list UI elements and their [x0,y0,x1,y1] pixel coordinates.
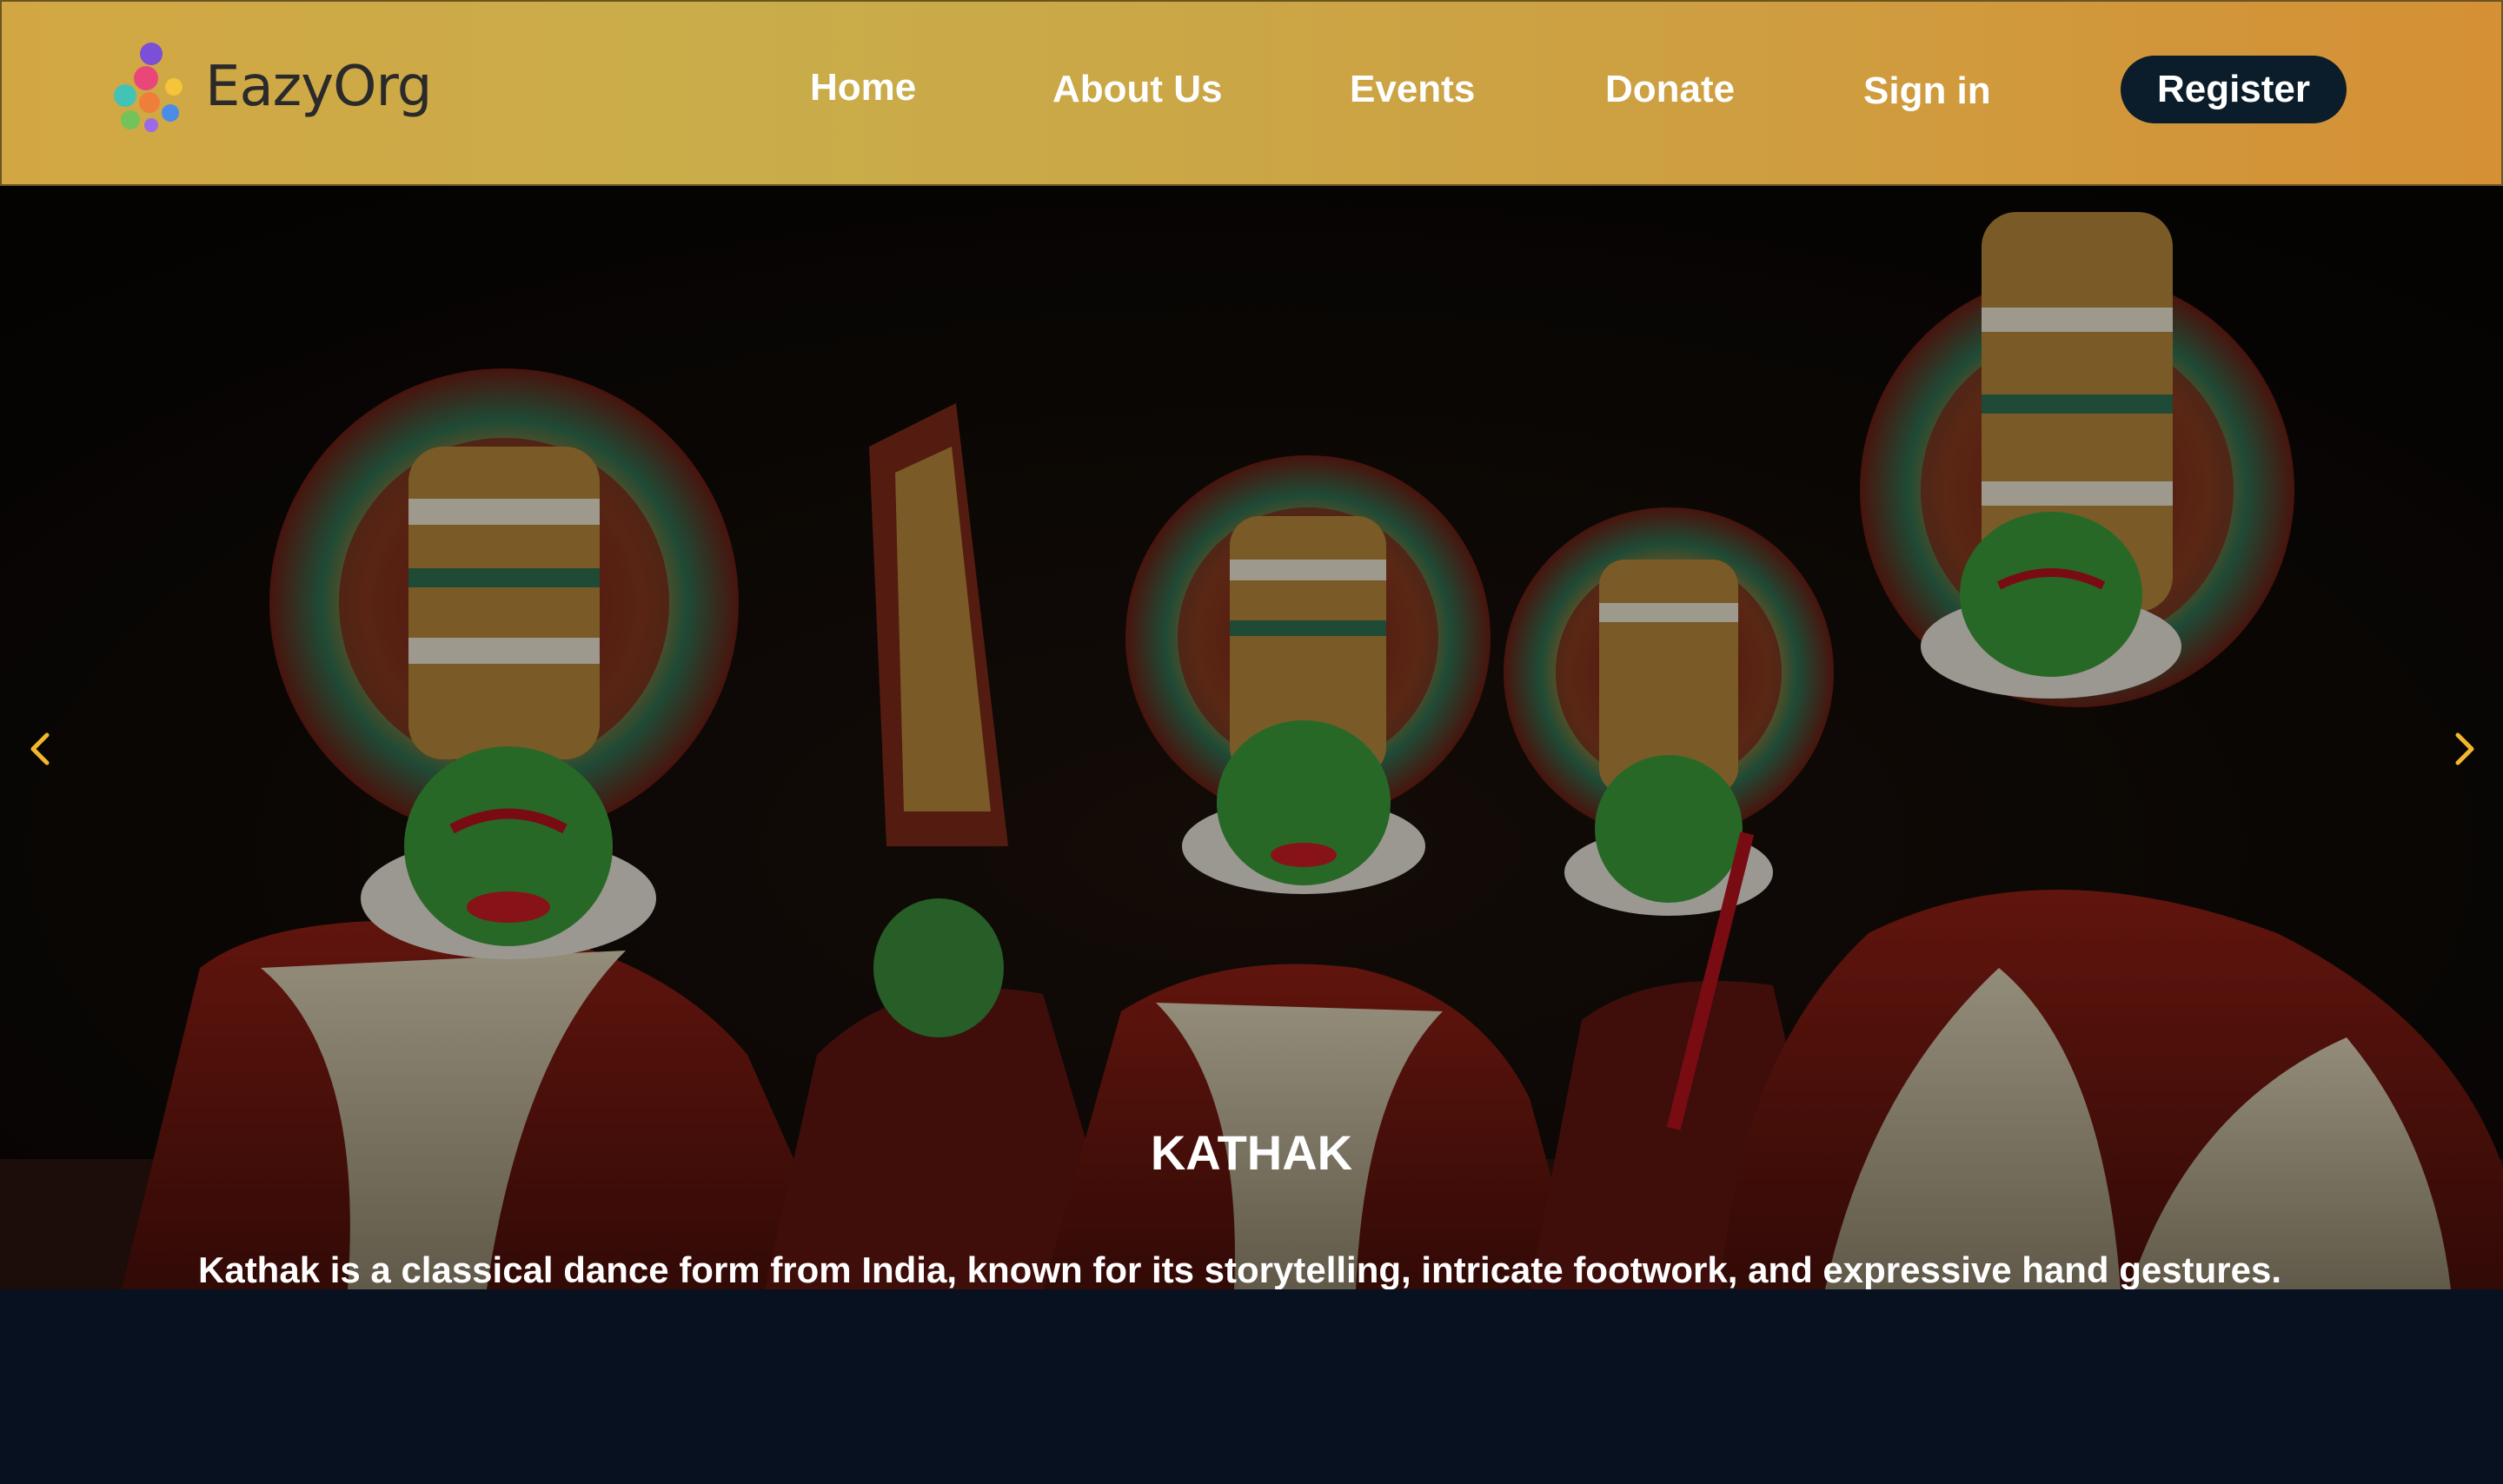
carousel-next-arrow[interactable] [2439,714,2491,784]
chevron-right-icon [2455,732,2474,765]
nav-about-us[interactable]: About Us [1052,68,1223,111]
hero-carousel: KATHAK Kathak is a classical dance form … [0,186,2503,1289]
nav-events[interactable]: Events [1350,68,1475,111]
nav-home[interactable]: Home [810,66,916,109]
nav-donate[interactable]: Donate [1605,68,1735,111]
brand-name: EazyOrg [205,55,432,119]
chevron-left-icon [30,732,50,765]
slide-title: KATHAK [1150,1125,1353,1180]
page-bottom-section [0,1289,2503,1484]
eazyorg-logo-icon [114,43,183,132]
slide-description: Kathak is a classical dance form from In… [198,1249,2281,1289]
register-button[interactable]: Register [2121,56,2347,123]
nav-sign-in[interactable]: Sign in [1863,70,1991,113]
carousel-prev-arrow[interactable] [14,714,66,784]
site-header: EazyOrg Home About Us Events Donate Sign… [0,0,2503,186]
brand-logo[interactable]: EazyOrg [106,35,432,139]
